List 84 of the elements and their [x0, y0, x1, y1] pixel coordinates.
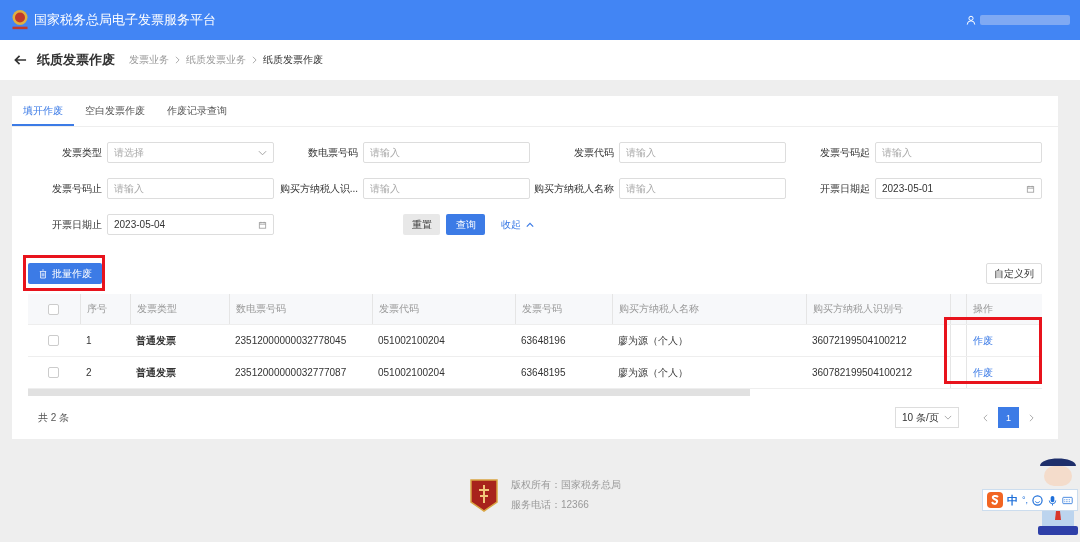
table-cell-text: 廖为源（个人）: [617, 365, 689, 380]
tab[interactable]: 作废记录查询: [156, 96, 238, 126]
calendar-icon: [1026, 184, 1035, 193]
field-label: 发票号码起: [819, 145, 870, 160]
chevron-down-icon: [258, 148, 267, 157]
query-button[interactable]: 查询: [446, 214, 485, 235]
table-cell-text: 63648196: [520, 334, 567, 348]
breadcrumb-item[interactable]: 纸质发票业务: [186, 53, 246, 67]
tab[interactable]: 空白发票作废: [74, 96, 156, 126]
ime-mode[interactable]: 中: [1006, 492, 1018, 508]
chevron-right-icon: [252, 56, 257, 64]
table-cell-text: 普通发票: [135, 365, 177, 380]
smiley-icon[interactable]: [1032, 494, 1043, 506]
table-cell-text: 廖为源（个人）: [617, 333, 689, 348]
breadcrumb-item[interactable]: 发票业务: [129, 53, 169, 67]
input-field[interactable]: 请输入: [363, 178, 530, 199]
reset-button[interactable]: 重置: [403, 214, 440, 235]
field-label: 开票日期起: [819, 181, 870, 196]
field-label: 购买方纳税人名称: [533, 181, 614, 196]
page-size-select[interactable]: 10 条/页: [895, 407, 959, 428]
column-header: 发票代码: [372, 294, 515, 324]
table-cell-text: 36072199504100212: [811, 334, 908, 348]
calendar-icon: [258, 220, 267, 229]
input-field[interactable]: 请输入: [619, 142, 786, 163]
breadcrumb-item: 纸质发票作废: [263, 53, 323, 67]
next-page-icon[interactable]: [1029, 413, 1034, 422]
back-arrow-icon[interactable]: [14, 54, 27, 66]
input-field[interactable]: 请输入: [619, 178, 786, 199]
total-count: 共 2 条: [38, 410, 70, 425]
collapse-link[interactable]: 收起: [501, 217, 521, 232]
select-field[interactable]: 请选择: [107, 142, 274, 163]
table-cell-text: 051002100204: [377, 366, 446, 380]
field-label: 发票类型: [61, 145, 102, 160]
field-label: 开票日期止: [51, 217, 102, 232]
user-icon[interactable]: [966, 15, 976, 25]
site-title: 国家税务总局电子发票服务平台: [34, 11, 216, 29]
column-header: 购买方纳税人名称: [612, 294, 806, 324]
checkbox[interactable]: [48, 303, 59, 315]
date-field[interactable]: 2023-05-01: [875, 178, 1042, 199]
input-field[interactable]: 请输入: [363, 142, 530, 163]
trash-icon: [38, 268, 47, 279]
table-cell-text: 23512000000032778045: [234, 334, 348, 348]
column-header: 发票号码: [515, 294, 612, 324]
chevron-down-icon: [944, 415, 952, 420]
table-cell-text: 2: [85, 366, 93, 380]
field-label: 数电票号码: [307, 145, 358, 160]
footer-text: 版权所有：国家税务总局: [511, 478, 621, 492]
emblem-icon: [10, 9, 30, 31]
column-header: 序号: [80, 294, 130, 324]
column-header: 发票类型: [130, 294, 229, 324]
column-header: 操作: [966, 294, 1042, 324]
footer-text: 服务电话：12366: [511, 498, 590, 512]
field-label: 发票号码止: [51, 181, 102, 196]
date-field[interactable]: 2023-05-04: [107, 214, 274, 235]
table-cell-text: 23512000000032777087: [234, 366, 348, 380]
shield-logo-icon: [469, 477, 499, 513]
microphone-icon[interactable]: [1047, 494, 1058, 506]
void-link[interactable]: 作废: [973, 365, 993, 380]
table-cell-text: 63648195: [520, 366, 567, 380]
table-cell-text: 360782199504100212: [811, 366, 914, 380]
table-cell-text: 1: [85, 334, 93, 348]
chevron-right-icon: [175, 56, 180, 64]
scrollbar-thumb[interactable]: [28, 389, 750, 396]
field-label: 发票代码: [573, 145, 614, 160]
chevron-up-icon[interactable]: [526, 221, 534, 228]
column-header: 数电票号码: [229, 294, 372, 324]
void-link[interactable]: 作废: [973, 333, 993, 348]
table-cell-text: 普通发票: [135, 333, 177, 348]
checkbox[interactable]: [48, 335, 59, 346]
columns-button[interactable]: 自定义列: [986, 263, 1042, 284]
page-button[interactable]: 1: [998, 407, 1019, 428]
table-cell-text: 051002100204: [377, 334, 446, 348]
field-label: 购买方纳税人识...: [278, 181, 358, 196]
previous-page-icon[interactable]: [983, 413, 988, 422]
keyboard-icon[interactable]: [1062, 494, 1073, 506]
input-field[interactable]: 请输入: [107, 178, 274, 199]
checkbox[interactable]: [48, 367, 59, 378]
batch-void-button[interactable]: 批量作废: [28, 263, 102, 284]
tab[interactable]: 填开作废: [12, 96, 74, 126]
s-logo-icon[interactable]: [986, 492, 1003, 508]
ime-punctuation[interactable]: °,: [1021, 495, 1028, 505]
page-title: 纸质发票作废: [37, 51, 115, 69]
input-field[interactable]: 请输入: [875, 142, 1042, 163]
column-header: 购买方纳税人识别号: [806, 294, 950, 324]
